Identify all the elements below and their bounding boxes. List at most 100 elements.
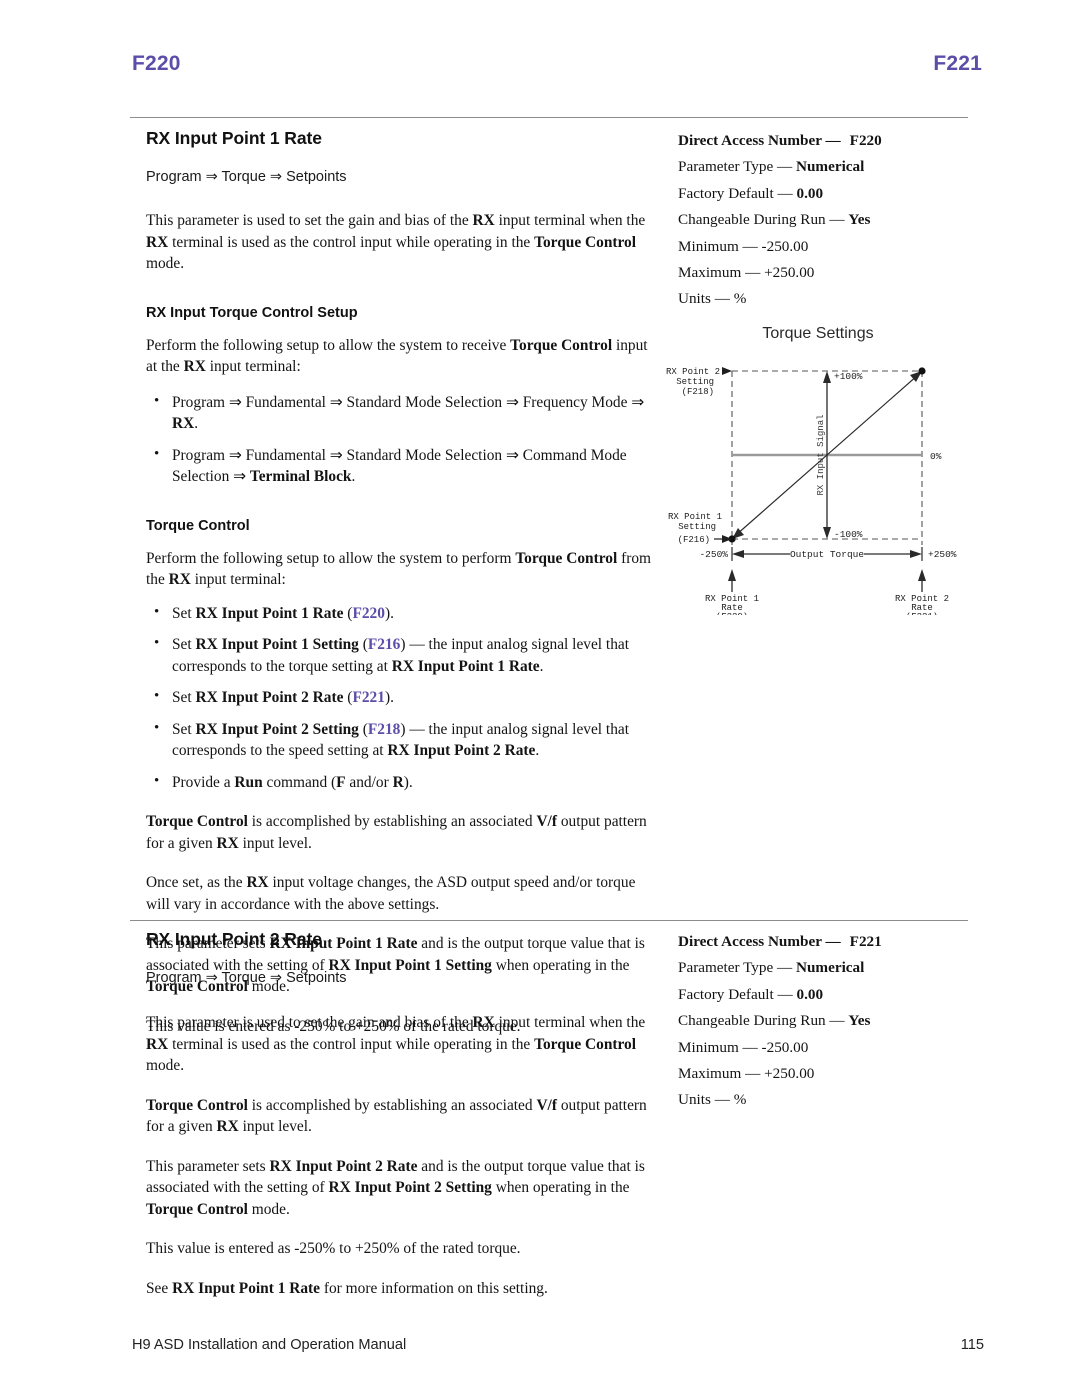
param-value: 0.00 [796,184,824,202]
list-item: Set RX Input Point 2 Setting (F218) — th… [146,718,658,762]
paragraph-f220-2: Once set, as the RX input voltage change… [146,874,636,913]
param-value: % [733,290,747,308]
subheading-torque-control: Torque Control [146,517,250,534]
footer-page-number: 115 [960,1337,984,1353]
param-value: 0.00 [796,985,824,1003]
param-label: Minimum — [678,237,758,255]
callout-top-left-line3: (F218) [682,387,714,397]
param-row: Parameter Type — Numerical [678,154,974,180]
param-value: Numerical [796,959,865,977]
paragraph-f221-2: This parameter sets RX Input Point 2 Rat… [146,1157,645,1218]
param-row: Maximum — +250.00 [678,260,974,286]
callout-bottom-axis-right-line3: (F221) [906,612,938,615]
param-label: Changeable During Run — [678,1012,845,1030]
section-f221-body: RX Input Point 2 Rate Program ⇒ Torque ⇒… [146,929,658,1299]
callout-top-left-line1: RX Point 2 [666,367,720,377]
param-label: Direct Access Number — [678,132,841,149]
param-block-f221: Direct Access Number — F221 Parameter Typ… [678,929,974,1114]
setup-lead-paragraph: Perform the following setup to allow the… [146,336,648,376]
param-value: +250.00 [764,264,815,282]
param-value: F220 [849,132,882,149]
callout-top-left-line2: Setting [676,377,714,387]
param-row: Units — % [678,1087,974,1113]
param-value: -250.00 [761,237,809,255]
param-value: Numerical [796,158,865,176]
list-item: Program ⇒ Fundamental ⇒ Standard Mode Se… [146,391,658,435]
param-label: Parameter Type — [678,959,793,977]
param-label: Parameter Type — [678,158,793,176]
param-value: Yes [848,211,871,229]
param-label: Maximum — [678,1065,761,1083]
param-row: Changeable During Run — Yes [678,1008,974,1034]
param-label: Units — [678,290,730,308]
param-row: Units — % [678,286,974,312]
list-item: Set RX Input Point 1 Rate (F220). [146,602,658,625]
setup-bullet-list: Program ⇒ Fundamental ⇒ Standard Mode Se… [146,391,658,488]
y-axis-label: RX Input Signal [816,414,826,495]
torque-settings-diagram: +100% -100% 0% RX Input Signal RX Point … [666,367,957,615]
param-label: Changeable During Run — [678,211,845,229]
x-tick-min: -250% [699,549,728,560]
y-axis-arrow-up [823,371,831,383]
x-axis-arrow-right [910,550,922,558]
x-axis-label: Output Torque [790,549,864,560]
paragraph-f221-4: See RX Input Point 1 Rate for more infor… [146,1279,548,1297]
rx-point-2-marker [918,367,926,375]
torque-control-lead-paragraph: Perform the following setup to allow the… [146,549,651,589]
running-head-right: F221 [933,52,982,75]
torque-control-bullet-list: Set RX Input Point 1 Rate (F220). Set RX … [146,602,658,794]
param-direct-access-f220: Direct Access Number — F220 [678,128,974,154]
param-label: Units — [678,1091,730,1109]
param-row: Minimum — -250.00 [678,1035,974,1061]
param-row: Changeable During Run — Yes [678,207,974,233]
section-f220-body: RX Input Point 1 Rate Program ⇒ Torque ⇒… [146,128,658,1037]
running-head-left: F220 [132,52,181,75]
intro-paragraph-f221: This parameter is used to set the gain a… [146,1014,646,1074]
nav-path-f220: Program ⇒ Torque ⇒ Setpoints [146,169,347,185]
callout-bottom-axis-left-line3: (F220) [716,612,748,615]
y-tick-max: +100% [834,371,863,382]
x-tick-max: +250% [928,549,957,560]
subheading-rx-setup: RX Input Torque Control Setup [146,304,358,321]
x-axis-arrow-left [732,550,744,558]
section-heading-f220: RX Input Point 1 Rate [146,128,322,148]
section-rule-top [130,117,968,118]
param-direct-access-f221: Direct Access Number — F221 [678,929,974,955]
page-footer: H9 ASD Installation and Operation Manual… [0,1337,1080,1397]
paragraph-f220-1: Torque Control is accomplished by establ… [146,813,647,852]
y-tick-min: -100% [834,529,863,540]
param-label: Factory Default — [678,184,793,202]
param-value: % [733,1091,747,1109]
rate-callout-left-arrow [728,569,736,581]
param-label: Factory Default — [678,985,793,1003]
callout-top-left-arrow [722,367,732,375]
section-heading-f221: RX Input Point 2 Rate [146,929,322,949]
param-row: Minimum — -250.00 [678,234,974,260]
param-list-f221: Direct Access Number — F221 Parameter Typ… [678,929,974,1114]
callout-bottom-left-line2: Setting [678,522,716,532]
param-value: Yes [848,1012,871,1030]
y-tick-mid: 0% [930,451,942,462]
paragraph-f221-1: Torque Control is accomplished by establ… [146,1096,647,1136]
manual-page: F220 F221 RX Input Point 1 Rate Program … [0,0,1080,1397]
param-label: Maximum — [678,264,761,282]
list-item: Set RX Input Point 1 Setting (F216) — th… [146,633,658,677]
rate-callout-right-arrow [918,569,926,581]
list-item: Program ⇒ Fundamental ⇒ Standard Mode Se… [146,444,658,488]
param-row: Parameter Type — Numerical [678,955,974,981]
param-row: Factory Default — 0.00 [678,181,974,207]
param-row: Maximum — +250.00 [678,1061,974,1087]
paragraph-f221-3: This value is entered as -250% to +250% … [146,1240,521,1257]
nav-path-f221: Program ⇒ Torque ⇒ Setpoints [146,970,347,986]
param-label: Direct Access Number — [678,933,841,950]
list-item: Set RX Input Point 2 Rate (F221). [146,686,658,709]
param-value: +250.00 [764,1065,815,1083]
list-item: Provide a Run command (F and/or R). [146,771,658,794]
param-value: -250.00 [761,1038,809,1056]
param-row: Factory Default — 0.00 [678,982,974,1008]
callout-bottom-left-line1: RX Point 1 [668,512,722,522]
param-label: Minimum — [678,1038,758,1056]
intro-paragraph-f220: This parameter is used to set the gain a… [146,212,646,272]
torque-settings-figure: Torque Settings +100% -100% 0% RX Input … [660,325,976,615]
param-value: F221 [849,933,882,950]
